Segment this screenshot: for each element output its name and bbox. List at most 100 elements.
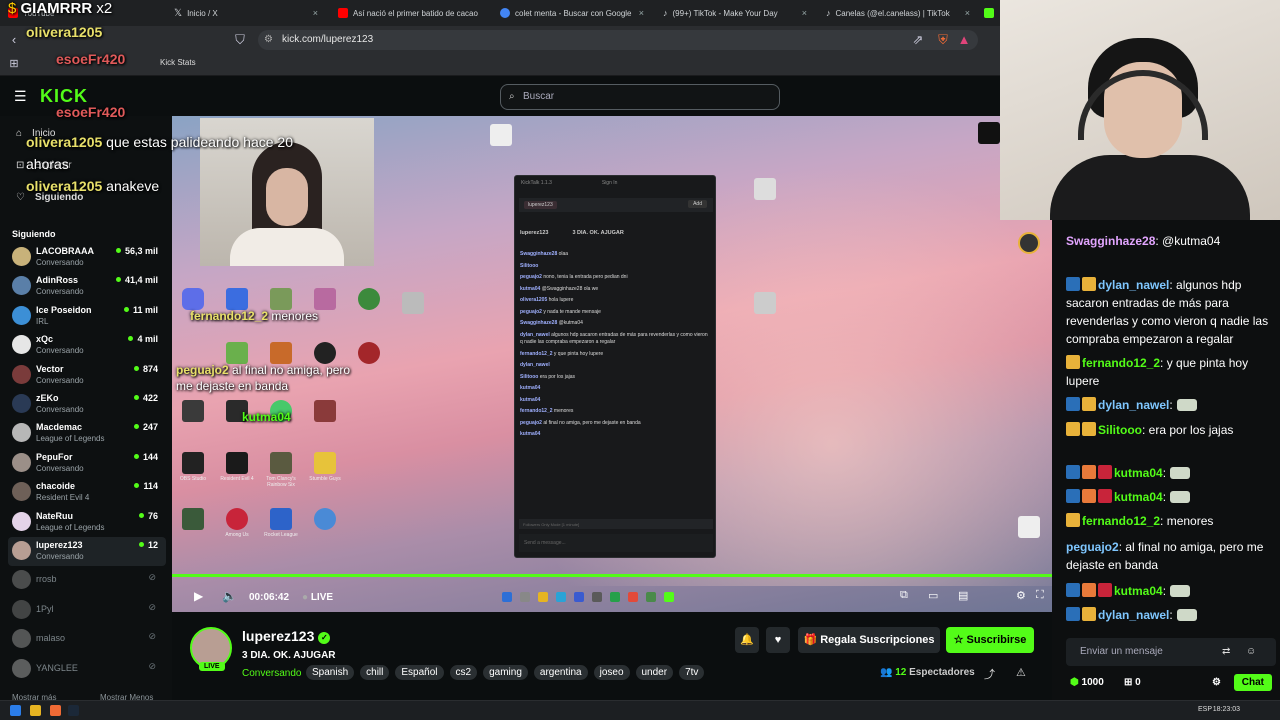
rewards-icon[interactable]: ▲ <box>956 32 972 48</box>
message-user[interactable]: kutma04 <box>520 431 540 437</box>
chat-username[interactable]: dylan_nawel <box>1098 398 1169 412</box>
tab-google[interactable]: colet menta - Buscar con Google × <box>492 0 652 26</box>
tab-tiktok[interactable]: ♪ (99+) TikTok - Make Your Day × <box>655 0 815 26</box>
translate-icon[interactable]: ⇄ <box>1222 638 1230 666</box>
tab-kick[interactable] <box>980 0 1000 26</box>
close-icon[interactable]: × <box>802 8 807 18</box>
message-user[interactable]: kutma04 <box>520 397 540 403</box>
tab-tiktok-2[interactable]: ♪ Canelas (@el.canelass) | TikTok × <box>818 0 978 26</box>
stream-tag[interactable]: Spanish <box>306 665 355 680</box>
theater-mode-icon[interactable]: ⧉ <box>900 589 908 602</box>
menu-icon[interactable]: ☰ <box>14 88 27 105</box>
apps-grid-icon[interactable]: ⊞ <box>6 56 22 72</box>
message-user[interactable]: fernando12_2 <box>520 408 553 414</box>
stream-tag[interactable]: chill <box>360 665 390 680</box>
sidebar-channel-item[interactable]: LACOBRAAA Conversando 56,3 mil <box>8 243 166 272</box>
sidebar-channel-item[interactable]: 1Pyl ⊘ <box>8 596 166 625</box>
message-user[interactable]: olivera1205 <box>520 297 547 303</box>
chat-send-button[interactable]: Chat <box>1233 674 1272 691</box>
bookmark-icon[interactable]: ⛉ <box>232 32 248 48</box>
stream-tag[interactable]: cs2 <box>449 665 478 680</box>
back-icon[interactable]: ‹ <box>6 32 22 48</box>
taskbar-clock[interactable]: 18:23:03 <box>1213 706 1240 713</box>
video-progress-bar[interactable] <box>172 574 1052 577</box>
sidebar-channel-item[interactable]: AdinRoss Conversando 41,4 mil <box>8 272 166 301</box>
close-icon[interactable]: × <box>313 8 318 18</box>
pip-icon[interactable]: ▭ <box>928 589 938 602</box>
message-user[interactable]: peguajo2 <box>520 420 542 426</box>
start-icon[interactable] <box>10 705 21 716</box>
message-user[interactable]: dylan_nawel <box>520 332 550 338</box>
chat-username[interactable]: fernando12_2 <box>1082 514 1160 528</box>
tab-x[interactable]: 𝕏 Inicio / X × <box>166 0 326 26</box>
sidebar-channel-item[interactable]: Macdemac League of Legends 247 <box>8 419 166 448</box>
url-field[interactable]: ⚙ kick.com/luperez123 <box>258 30 978 50</box>
streamer-name[interactable]: luperez123 ✓ <box>242 628 331 644</box>
message-user[interactable]: Swagginhaze28 <box>520 320 557 326</box>
share-icon[interactable]: ⇗ <box>910 32 926 48</box>
sidebar-channel-item[interactable]: Vector Conversando 874 <box>8 361 166 390</box>
sidebar-channel-item[interactable]: NateRuu League of Legends 76 <box>8 508 166 537</box>
explorer-icon[interactable] <box>30 705 41 716</box>
chat-settings-icon[interactable]: ⚙ <box>1212 677 1221 688</box>
play-icon[interactable]: ▶ <box>194 589 203 603</box>
brave-icon[interactable] <box>50 705 61 716</box>
subscribe-button[interactable]: ☆ Suscribirse <box>946 627 1034 653</box>
chat-username[interactable]: fernando12_2 <box>1082 356 1160 370</box>
notifications-icon[interactable]: 🔔 <box>735 627 759 653</box>
message-user[interactable]: Swagginhaze28 <box>520 251 557 257</box>
sidebar-channel-item[interactable]: chacoide Resident Evil 4 114 <box>8 478 166 507</box>
sidebar-channel-item[interactable]: zEKo Conversando 422 <box>8 390 166 419</box>
brave-shield-icon[interactable]: ⛨ <box>935 32 951 48</box>
language-indicator[interactable]: ESP <box>1198 706 1212 713</box>
search-input[interactable]: ⌕ Buscar <box>500 84 780 110</box>
channel-tag[interactable]: luperez123 <box>524 201 557 209</box>
follow-heart-icon[interactable]: ♥ <box>766 627 790 653</box>
add-button[interactable]: Add <box>688 200 707 208</box>
report-icon[interactable]: ⚠ <box>1016 666 1026 679</box>
sidebar-channel-item[interactable]: rrosb ⊘ <box>8 566 166 595</box>
points-display[interactable]: ⬢ 1000 <box>1070 677 1104 688</box>
gift-count[interactable]: ⊞ 0 <box>1124 677 1141 688</box>
sidebar-channel-item[interactable]: xQc Conversando 4 mil <box>8 331 166 360</box>
chat-username[interactable]: kutma04 <box>1114 490 1163 504</box>
site-info-icon[interactable]: ⚙ <box>264 30 273 50</box>
tab-video[interactable]: Así nació el primer batido de cacao <box>330 0 490 26</box>
chat-username[interactable]: Swagginhaze28 <box>1066 234 1155 248</box>
message-user[interactable]: peguajo2 <box>520 274 542 280</box>
chat-username[interactable]: dylan_nawel <box>1098 608 1169 622</box>
chat-username[interactable]: kutma04 <box>1114 466 1163 480</box>
chat-username[interactable]: kutma04 <box>1114 584 1163 598</box>
message-user[interactable]: Silitooo <box>520 374 538 380</box>
clip-icon[interactable]: ▤ <box>958 589 968 602</box>
message-user[interactable]: dylan_nawel <box>520 362 550 368</box>
message-user[interactable]: kutma04 <box>520 385 540 391</box>
settings-icon[interactable]: ⚙ <box>1016 589 1026 602</box>
message-user[interactable]: Silitooo <box>520 263 538 269</box>
sidebar-channel-item[interactable]: malaso ⊘ <box>8 625 166 654</box>
sidebar-channel-item[interactable]: YANGLEE ⊘ <box>8 655 166 684</box>
stream-tag[interactable]: Español <box>395 665 444 680</box>
message-user[interactable]: peguajo2 <box>520 309 542 315</box>
signin-link[interactable]: Sign In <box>602 180 618 186</box>
close-icon[interactable]: × <box>965 8 970 18</box>
message-user[interactable]: fernando12_2 <box>520 351 553 357</box>
emote-icon[interactable]: ☺ <box>1246 638 1256 666</box>
stream-tag[interactable]: joseo <box>593 665 630 680</box>
close-icon[interactable]: × <box>639 8 644 18</box>
fullscreen-icon[interactable]: ⛶ <box>1036 589 1044 602</box>
bookmark-kick-stats[interactable]: Kick Stats <box>160 58 196 67</box>
stream-tag[interactable]: 7tv <box>679 665 705 680</box>
steam-icon[interactable] <box>68 705 79 716</box>
share-icon[interactable]: ⤴ <box>984 666 995 682</box>
sidebar-channel-item[interactable]: luperez123 Conversando 12 <box>8 537 166 566</box>
stream-tag[interactable]: under <box>635 665 674 680</box>
chat-input[interactable]: Enviar un mensaje ⇄ ☺ <box>1066 638 1276 666</box>
chat-username[interactable]: dylan_nawel <box>1098 278 1169 292</box>
kicktalk-message-input[interactable]: Send a message... <box>519 534 713 552</box>
chat-username[interactable]: peguajo2 <box>1066 540 1119 554</box>
sidebar-channel-item[interactable]: PepuFor Conversando 144 <box>8 449 166 478</box>
message-user[interactable]: kutma04 <box>520 286 540 292</box>
gift-subs-button[interactable]: 🎁 Regala Suscripciones <box>798 627 940 653</box>
sidebar-channel-item[interactable]: Ice Poseidon IRL 11 mil <box>8 302 166 331</box>
